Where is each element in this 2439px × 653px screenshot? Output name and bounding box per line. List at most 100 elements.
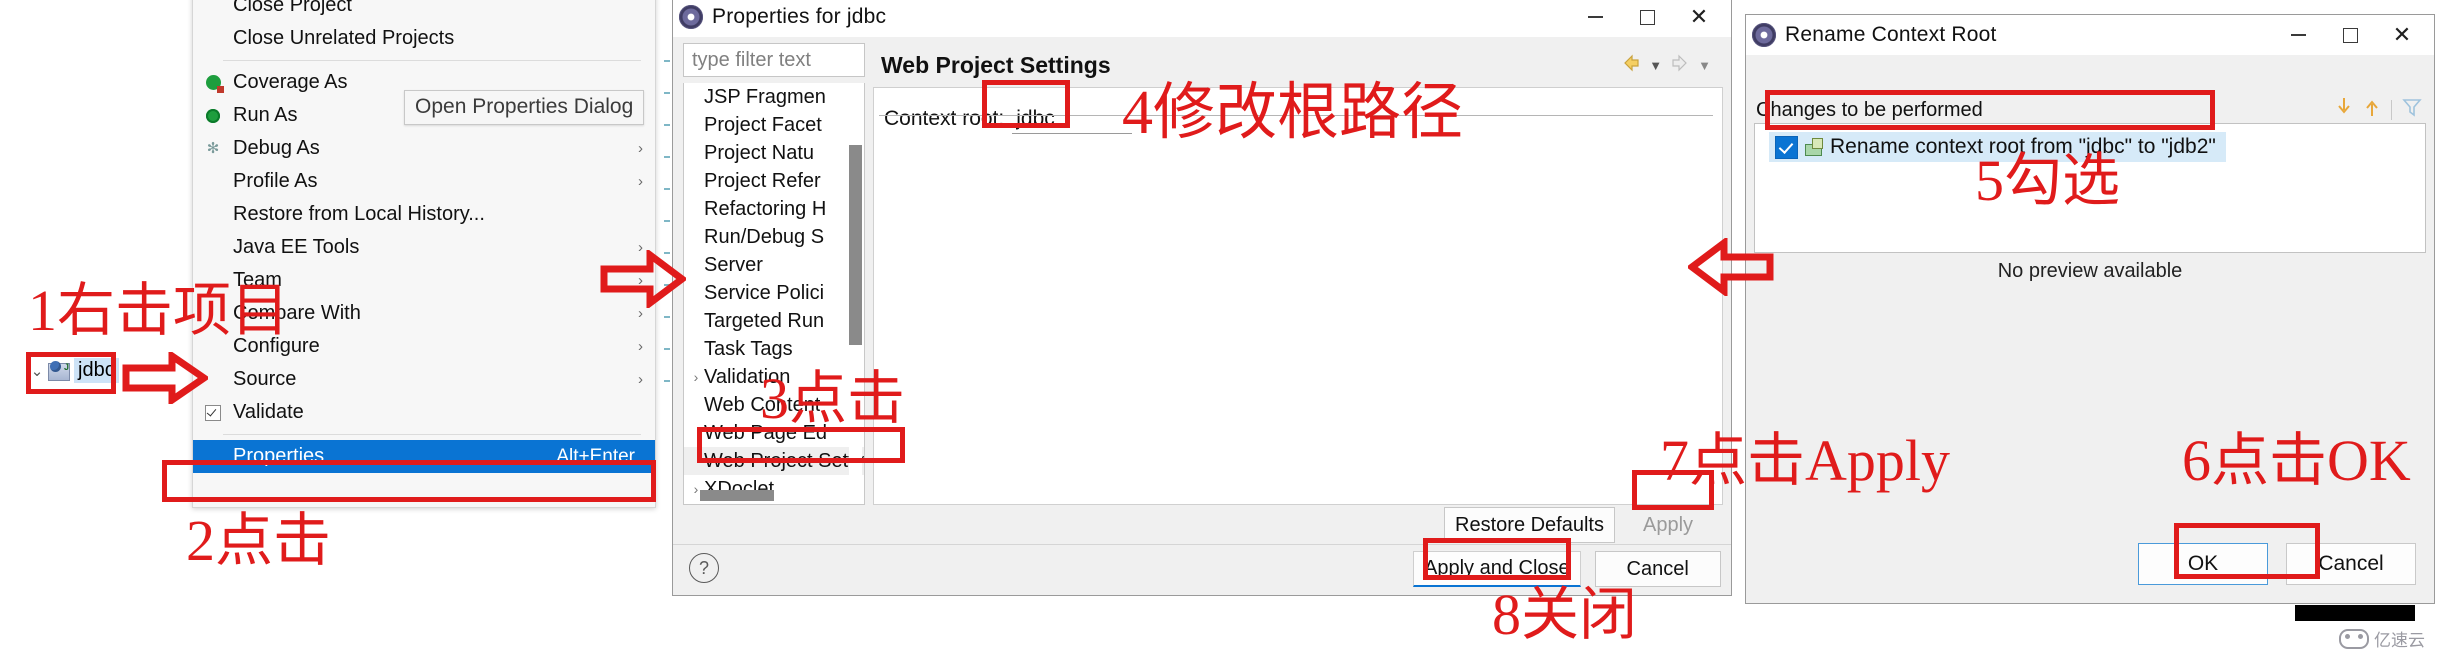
properties-dialog-titlebar: Properties for jdbc ✕ <box>673 0 1731 37</box>
menu-item-java-ee-tools[interactable]: Java EE Tools › <box>193 231 655 264</box>
tree-node-label: Targeted Run <box>704 309 825 332</box>
menu-item-compare-with[interactable]: Compare With › <box>193 297 655 330</box>
context-root-input[interactable] <box>1012 104 1133 134</box>
menu-item-label: Debug As <box>233 137 320 159</box>
tree-horizontal-scrollbar-thumb[interactable] <box>700 490 774 501</box>
eclipse-icon <box>1752 23 1776 47</box>
tree-scrollbar-thumb[interactable] <box>849 145 862 345</box>
previous-change-icon[interactable] <box>2363 97 2381 122</box>
forward-dropdown-icon[interactable]: ▼ <box>1698 58 1711 73</box>
filter-funnel-icon[interactable] <box>2402 97 2422 122</box>
menu-item-label: Close Project <box>233 0 352 16</box>
menu-item-label: Restore from Local History... <box>233 203 485 225</box>
close-icon[interactable]: ✕ <box>1673 0 1725 36</box>
maximize-icon[interactable] <box>1621 0 1673 36</box>
properties-category-tree[interactable]: JSP Fragmen Project Facet Project Natu P… <box>683 83 865 505</box>
cloud-icon <box>2339 628 2369 649</box>
chevron-right-icon: › <box>638 305 643 322</box>
tree-node-refactoring-history[interactable]: Refactoring H <box>684 195 864 223</box>
change-list-item[interactable]: Rename context root from "jdbc" to "jdb2… <box>1769 132 2226 162</box>
apply-button[interactable]: Apply <box>1625 507 1711 543</box>
rename-cancel-button[interactable]: Cancel <box>2286 543 2416 585</box>
cancel-button[interactable]: Cancel <box>1594 551 1721 587</box>
tree-node-web-content-settings[interactable]: Web Content <box>684 391 864 419</box>
project-context-menu[interactable]: Close Project Close Unrelated Projects C… <box>192 0 656 508</box>
changes-section-label: Changes to be performed <box>1756 99 1983 121</box>
run-icon <box>193 108 233 123</box>
menu-item-label: Configure <box>233 335 320 357</box>
filter-input[interactable]: type filter text <box>683 43 865 77</box>
menu-item-label: Properties <box>233 445 325 467</box>
menu-separator <box>223 434 641 435</box>
menu-item-label: Close Unrelated Projects <box>233 27 455 49</box>
properties-page-pane: Web Project Settings ▼ ▼ Context root: <box>873 43 1723 505</box>
properties-dialog[interactable]: Properties for jdbc ✕ type filter text J… <box>672 0 1732 596</box>
tree-node-label: Server <box>704 253 763 276</box>
menu-item-accelerator: Alt+Enter <box>556 445 635 467</box>
chevron-right-icon: › <box>638 371 643 388</box>
chevron-right-icon: › <box>638 239 643 256</box>
menu-item-restore-from-local-history[interactable]: Restore from Local History... <box>193 198 655 231</box>
help-icon[interactable]: ? <box>689 553 719 583</box>
rename-context-root-dialog[interactable]: Rename Context Root ✕ Changes to be perf… <box>1745 14 2435 604</box>
chevron-right-icon[interactable]: › <box>688 369 704 385</box>
context-root-row: Context root: <box>874 88 1722 134</box>
menu-item-label: Source <box>233 368 297 390</box>
chevron-right-icon: › <box>638 272 643 289</box>
tree-node-run-debug-settings[interactable]: Run/Debug S <box>684 223 864 251</box>
menu-item-label: Team <box>233 269 282 291</box>
back-dropdown-icon[interactable]: ▼ <box>1649 58 1662 73</box>
minimize-icon[interactable] <box>1569 0 1621 36</box>
tree-node-label: JSP Fragmen <box>704 85 826 108</box>
change-description: Rename context root from "jdbc" to "jdb2… <box>1830 135 2216 158</box>
filter-placeholder-text: type filter text <box>692 48 811 71</box>
project-tree-item-jdbc[interactable]: ⌄ J jdbc <box>30 358 119 383</box>
page-header: Web Project Settings ▼ ▼ <box>873 43 1723 88</box>
open-properties-dialog-tooltip: Open Properties Dialog <box>404 90 645 125</box>
tree-node-jsp-fragment[interactable]: JSP Fragmen <box>684 83 864 111</box>
context-root-field-underline <box>879 115 1713 116</box>
menu-separator <box>223 60 641 61</box>
tree-node-web-page-editor[interactable]: Web Page Ed <box>684 419 864 447</box>
rename-dialog-title: Rename Context Root <box>1785 23 1997 46</box>
tree-node-validation[interactable]: › Validation <box>684 363 864 391</box>
chevron-down-icon[interactable]: ⌄ <box>30 362 44 380</box>
back-arrow-icon[interactable] <box>1621 54 1641 77</box>
checkbox-checked-icon[interactable] <box>1775 135 1798 159</box>
menu-item-debug-as[interactable]: ✻ Debug As › <box>193 132 655 165</box>
ok-button[interactable]: OK <box>2138 543 2268 585</box>
menu-item-properties[interactable]: Properties Alt+Enter <box>193 440 655 473</box>
menu-item-source[interactable]: Source › <box>193 363 655 396</box>
restore-defaults-button[interactable]: Restore Defaults <box>1444 507 1615 543</box>
menu-item-configure[interactable]: Configure › <box>193 330 655 363</box>
tree-node-label: Project Natu <box>704 141 815 164</box>
minimize-icon[interactable] <box>2272 16 2324 54</box>
tree-node-web-project-settings[interactable]: Web Project Settings <box>684 447 864 475</box>
menu-item-team[interactable]: Team › <box>193 264 655 297</box>
forward-arrow-icon[interactable] <box>1670 54 1690 77</box>
next-change-icon[interactable] <box>2335 97 2353 122</box>
tree-node-task-tags[interactable]: Task Tags <box>684 335 864 363</box>
tree-node-label: Service Polici <box>704 281 825 304</box>
tree-node-project-references[interactable]: Project Refer <box>684 167 864 195</box>
menu-item-profile-as[interactable]: Profile As › <box>193 165 655 198</box>
apply-and-close-button[interactable]: Apply and Close <box>1413 551 1581 587</box>
watermark-text: 亿速云 <box>2374 631 2425 650</box>
tree-node-project-natures[interactable]: Project Natu <box>684 139 864 167</box>
tree-node-label: Task Tags <box>704 337 793 360</box>
menu-item-close-unrelated-projects[interactable]: Close Unrelated Projects <box>193 22 655 55</box>
coverage-icon <box>193 75 233 93</box>
menu-item-validate[interactable]: Validate <box>193 396 655 429</box>
tree-node-label: Web Content <box>704 393 821 416</box>
tree-node-server[interactable]: Server <box>684 251 864 279</box>
changes-list[interactable]: Rename context root from "jdbc" to "jdb2… <box>1754 123 2426 253</box>
close-icon[interactable]: ✕ <box>2376 16 2428 54</box>
black-bar-decoration <box>2295 605 2415 621</box>
tree-node-targeted-runtimes[interactable]: Targeted Run <box>684 307 864 335</box>
toolbar-divider <box>2391 99 2392 120</box>
maximize-icon[interactable] <box>2324 16 2376 54</box>
tree-node-project-facets[interactable]: Project Facet <box>684 111 864 139</box>
menu-item-close-project[interactable]: Close Project <box>193 0 655 22</box>
dialog-button-bar: ? Apply and Close Cancel <box>673 544 1731 593</box>
tree-node-service-policies[interactable]: Service Polici <box>684 279 864 307</box>
